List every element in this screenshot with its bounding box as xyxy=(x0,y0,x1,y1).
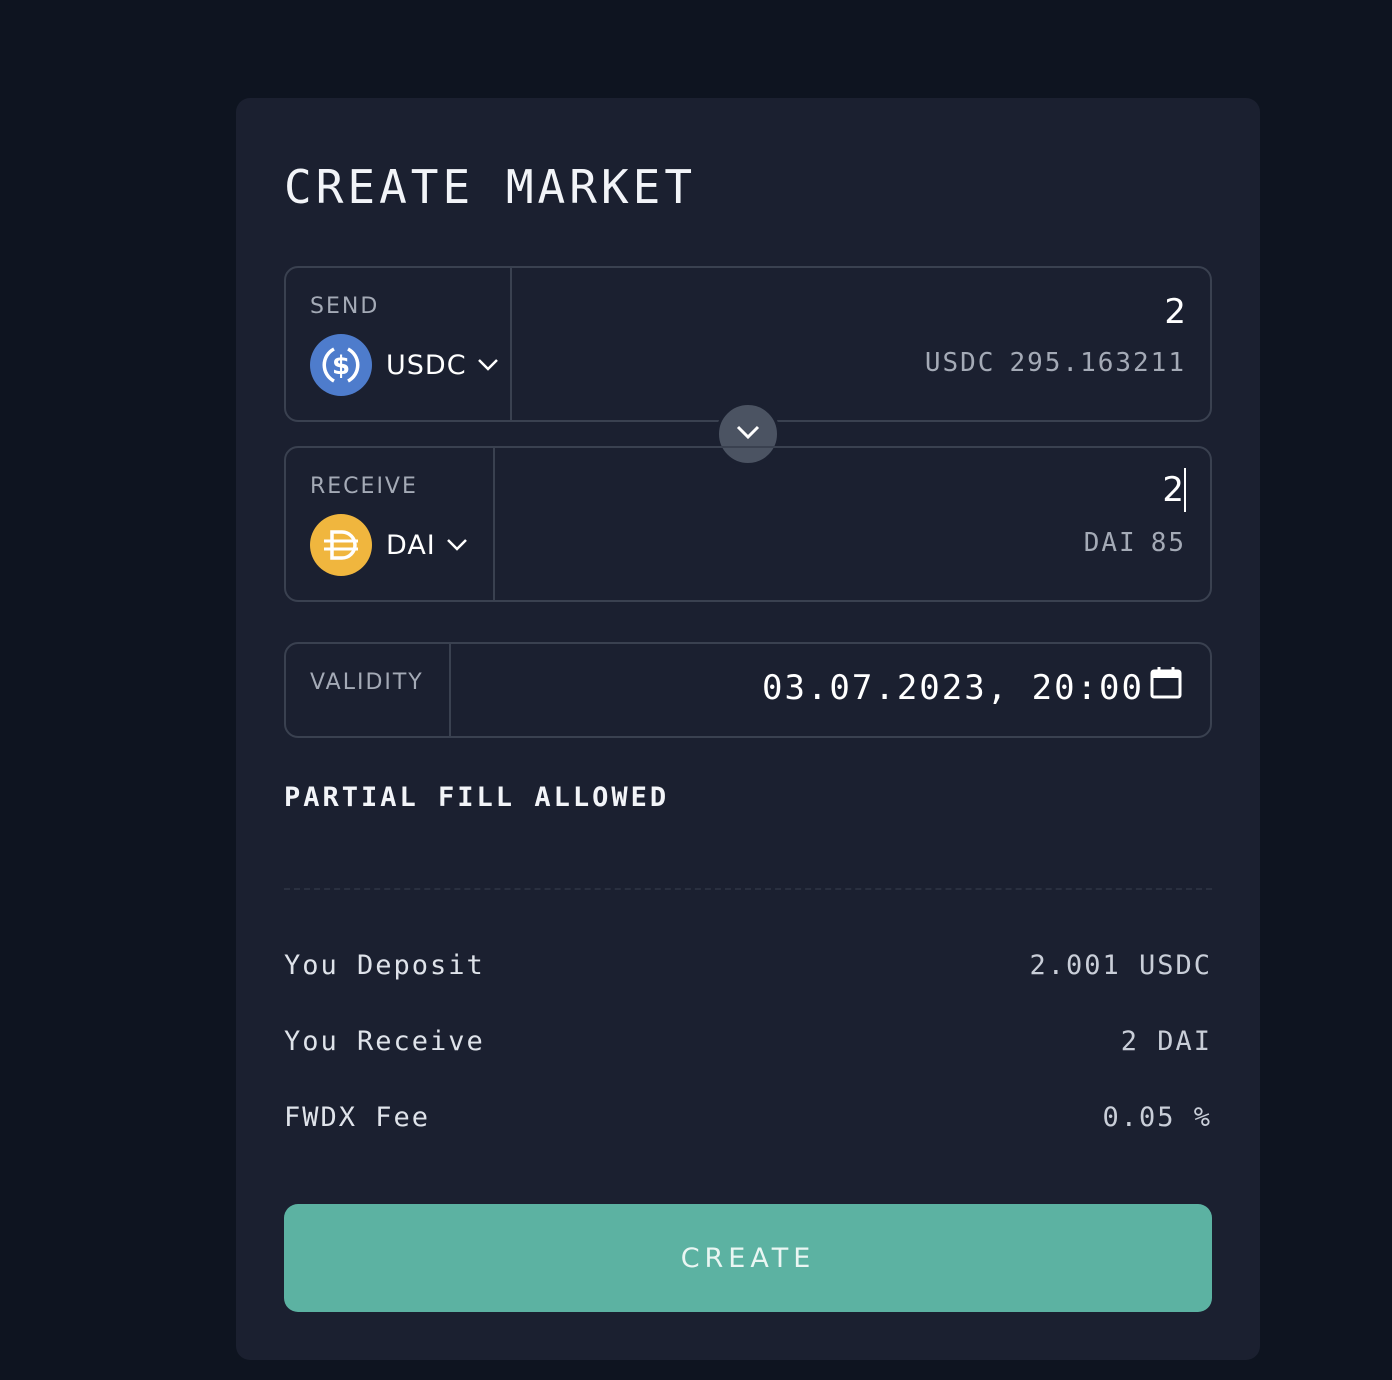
chevron-down-icon xyxy=(736,424,760,444)
summary-row-deposit: You Deposit 2.001 USDC xyxy=(284,950,1212,981)
validity-datetime-input[interactable]: 03.07.2023, 20:00 xyxy=(762,666,1182,709)
create-market-card: CREATE MARKET SEND $ USDC 2 USDC 295.163… xyxy=(236,98,1260,1360)
summary-value: 2.001 USDC xyxy=(1029,950,1212,981)
receive-amount-input[interactable]: 2 xyxy=(1162,468,1186,512)
receive-balance-token: DAI xyxy=(1083,528,1137,558)
receive-token-selector[interactable]: DAI xyxy=(310,514,472,576)
send-balance: USDC 295.163211 xyxy=(925,348,1186,378)
chevron-down-icon xyxy=(446,532,472,558)
page-title: CREATE MARKET xyxy=(284,160,697,214)
send-amount-input[interactable]: 2 xyxy=(1164,292,1186,332)
svg-text:$: $ xyxy=(332,351,350,381)
send-balance-value: 295.163211 xyxy=(1009,348,1186,378)
summary-value: 0.05 % xyxy=(1102,1102,1212,1133)
receive-balance-value: 85 xyxy=(1150,528,1186,558)
receive-token-name: DAI xyxy=(386,529,436,561)
summary-label: You Receive xyxy=(284,1026,485,1057)
validity-label: VALIDITY xyxy=(310,670,424,695)
validity-divider xyxy=(449,644,451,736)
summary-divider xyxy=(284,888,1212,890)
send-divider xyxy=(510,268,512,420)
receive-label: RECEIVE xyxy=(310,474,418,499)
send-label: SEND xyxy=(310,294,380,319)
receive-panel: RECEIVE DAI 2 DAI 85 xyxy=(284,446,1212,602)
usdc-coin-icon: $ xyxy=(310,334,372,396)
summary-label: You Deposit xyxy=(284,950,485,981)
summary-row-fee: FWDX Fee 0.05 % xyxy=(284,1102,1212,1133)
summary-label: FWDX Fee xyxy=(284,1102,431,1133)
summary-row-receive: You Receive 2 DAI xyxy=(284,1026,1212,1057)
dai-coin-icon xyxy=(310,514,372,576)
send-token-selector[interactable]: $ USDC xyxy=(310,334,503,396)
send-balance-token: USDC xyxy=(924,348,996,378)
receive-divider xyxy=(493,448,495,600)
calendar-icon[interactable] xyxy=(1150,666,1182,709)
partial-fill-label: PARTIAL FILL ALLOWED xyxy=(284,782,670,813)
summary-value: 2 DAI xyxy=(1120,1026,1212,1057)
validity-value: 03.07.2023, 20:00 xyxy=(762,667,1144,708)
send-panel: SEND $ USDC 2 USDC 295.163211 xyxy=(284,266,1212,422)
send-token-name: USDC xyxy=(386,349,467,381)
create-button[interactable]: CREATE xyxy=(284,1204,1212,1312)
validity-panel: VALIDITY 03.07.2023, 20:00 xyxy=(284,642,1212,738)
receive-balance: DAI 85 xyxy=(1084,528,1186,558)
chevron-down-icon xyxy=(477,352,503,378)
